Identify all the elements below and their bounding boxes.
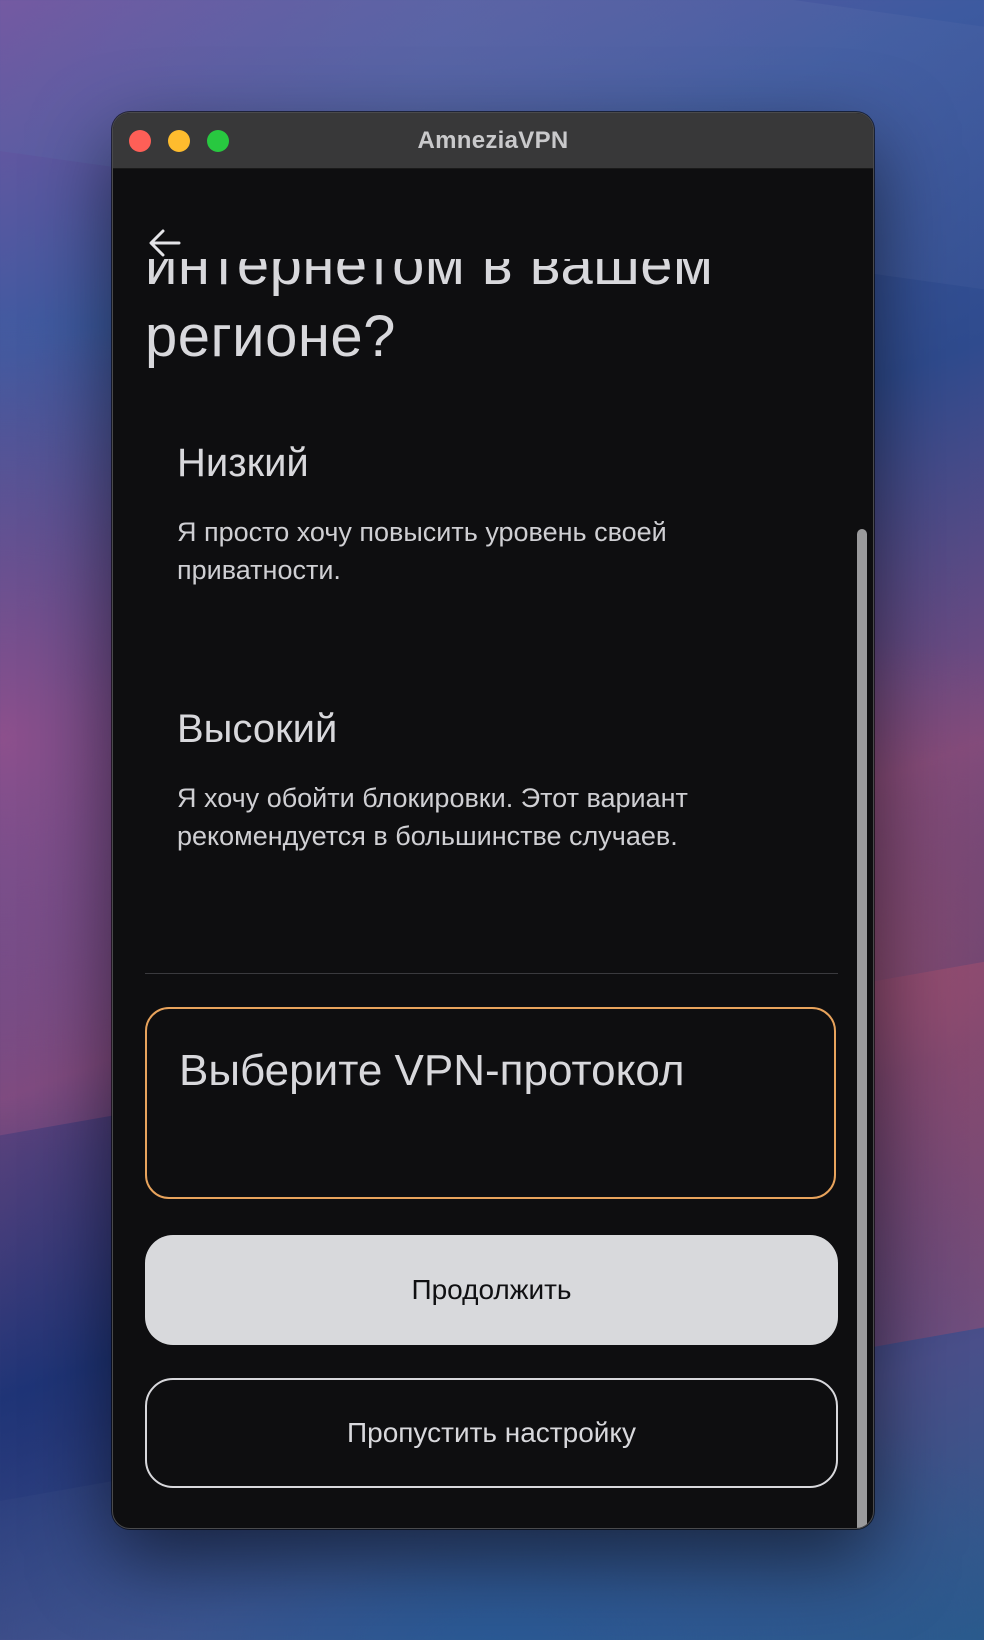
scrollbar[interactable] bbox=[857, 529, 867, 1528]
option-low-title: Низкий bbox=[177, 441, 309, 485]
page-title-line1: интернетом в вашем bbox=[145, 232, 714, 297]
option-low[interactable]: Низкий Я просто хочу повысить уровень св… bbox=[145, 439, 810, 589]
back-button[interactable] bbox=[143, 221, 187, 265]
continue-button[interactable]: Продолжить bbox=[145, 1235, 838, 1345]
arrow-left-icon bbox=[149, 229, 181, 257]
protocol-selector-label: Выберите VPN-протокол bbox=[179, 1046, 685, 1095]
option-high[interactable]: Высокий Я хочу обойти блокировки. Этот в… bbox=[145, 705, 810, 855]
page-title: интернетом в вашем регионе? bbox=[145, 229, 713, 373]
window-title: AmneziaVPN bbox=[417, 127, 569, 154]
option-high-title: Высокий bbox=[177, 707, 338, 751]
option-low-description: Я просто хочу повысить уровень своей при… bbox=[177, 517, 667, 585]
setup-screen: интернетом в вашем регионе? Низкий Я про… bbox=[113, 169, 873, 1528]
app-window: AmneziaVPN интернетом в вашем регионе? Н… bbox=[112, 112, 874, 1529]
divider bbox=[145, 973, 838, 974]
page-title-line2: регионе? bbox=[145, 304, 396, 369]
option-high-description: Я хочу обойти блокировки. Этот вариант р… bbox=[177, 783, 688, 851]
skip-setup-button[interactable]: Пропустить настройку bbox=[145, 1378, 838, 1488]
title-bar: AmneziaVPN bbox=[113, 113, 873, 169]
protocol-selector[interactable]: Выберите VPN-протокол bbox=[145, 1007, 836, 1199]
